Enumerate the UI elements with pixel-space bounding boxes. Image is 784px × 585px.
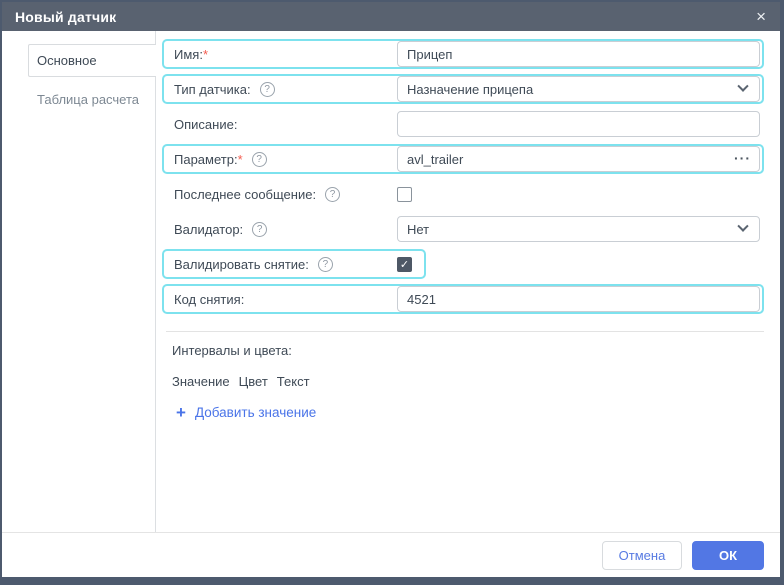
tab-calc-table-label: Таблица расчета <box>37 92 140 107</box>
unbinding-code-input[interactable] <box>397 286 760 312</box>
intervals-column-headers: Значение Цвет Текст <box>172 374 764 389</box>
tab-sidebar: Основное Таблица расчета <box>2 31 156 532</box>
sensor-type-select[interactable]: Назначение прицепа <box>397 76 760 102</box>
required-asterisk: * <box>202 46 208 62</box>
column-header-value: Значение <box>172 374 230 389</box>
description-label: Описание: <box>166 117 397 132</box>
help-icon[interactable]: ? <box>252 221 268 237</box>
ok-button[interactable]: ОК <box>692 540 764 570</box>
sensor-type-label: Тип датчика: ? <box>166 81 397 97</box>
name-input[interactable] <box>397 41 760 67</box>
row-description: Описание: <box>162 109 764 139</box>
validator-label-text: Валидатор: <box>174 221 244 237</box>
name-label-text: Имя: <box>174 46 203 62</box>
add-value-label: Добавить значение <box>194 405 317 420</box>
row-validator: Валидатор: ? Нет <box>162 214 764 244</box>
validate-unbinding-label: Валидировать снятие: ? <box>166 256 397 272</box>
help-icon[interactable]: ? <box>317 256 333 272</box>
close-icon[interactable]: × <box>756 8 766 25</box>
validator-value: Нет <box>407 221 430 237</box>
chevron-down-icon <box>737 220 749 232</box>
parameter-label: Параметр:* ? <box>166 151 397 167</box>
help-icon[interactable]: ? <box>259 81 275 97</box>
dialog-footer: Отмена ОК <box>2 532 780 577</box>
description-label-text: Описание: <box>174 116 238 132</box>
last-message-label-text: Последнее сообщение: <box>174 186 317 202</box>
section-divider <box>166 331 764 332</box>
unbinding-code-label: Код снятия: <box>166 292 397 307</box>
parameter-input[interactable] <box>397 146 760 172</box>
intervals-title: Интервалы и цвета: <box>172 343 292 358</box>
plus-icon: + <box>176 403 186 422</box>
column-header-color: Цвет <box>238 374 268 389</box>
name-label: Имя:* <box>166 47 397 62</box>
required-asterisk: * <box>237 151 243 167</box>
validate-unbinding-checkbox[interactable]: ✓ <box>397 256 412 272</box>
tab-main-label: Основное <box>37 53 97 68</box>
new-sensor-dialog: Новый датчик × Основное Таблица расчета … <box>0 0 784 585</box>
tab-calc-table[interactable]: Таблица расчета <box>28 83 155 116</box>
add-value-button[interactable]: + Добавить значение <box>176 404 764 421</box>
last-message-label: Последнее сообщение: ? <box>166 186 397 202</box>
cancel-button[interactable]: Отмена <box>602 540 682 570</box>
row-last-message: Последнее сообщение: ? <box>162 179 764 209</box>
unbinding-code-label-text: Код снятия: <box>174 291 245 307</box>
description-input[interactable] <box>397 111 760 137</box>
validator-select[interactable]: Нет <box>397 216 760 242</box>
dialog-titlebar: Новый датчик × <box>2 2 780 31</box>
row-name: Имя:* <box>162 39 764 69</box>
row-validate-unbinding: Валидировать снятие: ? ✓ <box>162 249 426 279</box>
row-sensor-type: Тип датчика: ? Назначение прицепа <box>162 74 764 104</box>
dialog-body: Основное Таблица расчета Имя:* Тип датчи… <box>2 31 780 532</box>
chevron-down-icon <box>737 80 749 92</box>
parameter-browse-icon[interactable]: ··· <box>734 151 751 165</box>
row-unbinding-code: Код снятия: <box>162 284 764 314</box>
sensor-type-value: Назначение прицепа <box>407 81 534 97</box>
dialog-title: Новый датчик <box>15 8 117 25</box>
parameter-label-text: Параметр: <box>174 151 238 167</box>
help-icon[interactable]: ? <box>325 186 341 202</box>
tab-main[interactable]: Основное <box>28 44 156 77</box>
help-icon[interactable]: ? <box>251 151 267 167</box>
sensor-type-label-text: Тип датчика: <box>174 81 251 97</box>
last-message-checkbox[interactable] <box>397 186 412 202</box>
column-header-text: Текст <box>276 374 310 389</box>
form-content: Имя:* Тип датчика: ? Назначение прицепа <box>156 31 780 532</box>
validate-unbinding-label-text: Валидировать снятие: <box>174 256 309 272</box>
row-parameter: Параметр:* ? ··· <box>162 144 764 174</box>
validator-label: Валидатор: ? <box>166 221 397 237</box>
